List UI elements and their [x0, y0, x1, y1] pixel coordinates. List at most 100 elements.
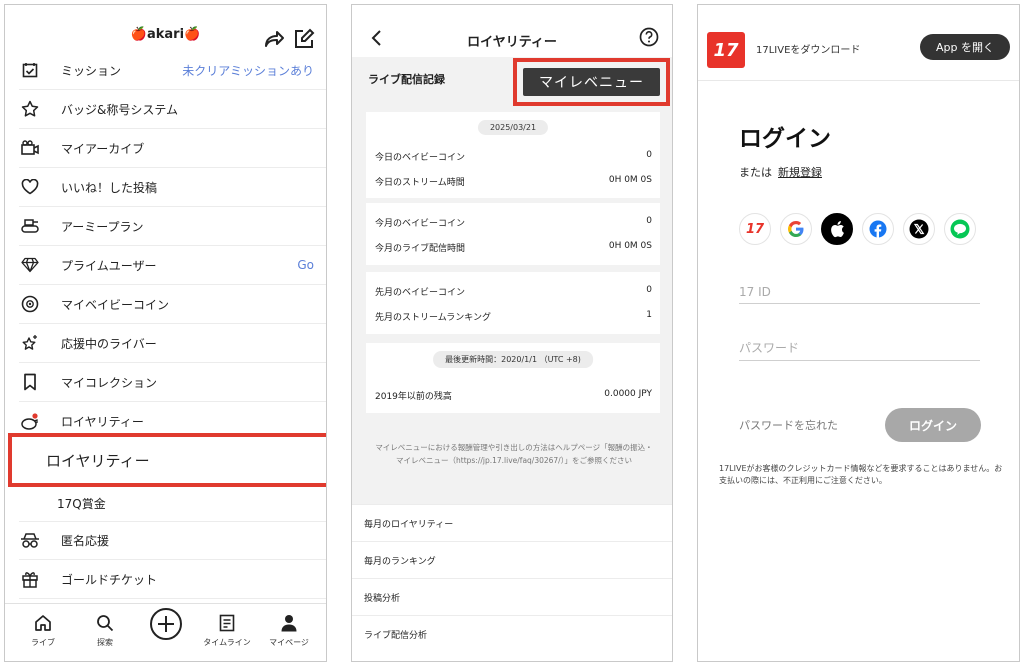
- menu-item-archive[interactable]: マイアーカイブ: [19, 129, 326, 168]
- login-x-button[interactable]: [903, 213, 935, 245]
- menu-item-prime-user[interactable]: プライムユーザー Go: [19, 246, 326, 285]
- last-month-card: 先月のベイビーコイン 0 先月のストリームランキング 1: [366, 272, 660, 334]
- apple-icon: [831, 221, 844, 238]
- menu-item-supported-livers[interactable]: 応援中のライバー: [19, 324, 326, 363]
- menu-label: ロイヤリティー: [61, 415, 144, 429]
- today-card: 2025/03/21 今日のベイビーコイン 0 今日のストリーム時間 0H 0M 0…: [366, 112, 660, 198]
- tab-label: マイページ: [269, 638, 309, 647]
- menu-item-anonymous[interactable]: 匿名応援: [19, 521, 326, 560]
- stat-row: 今日のストリーム時間 0H 0M 0S: [375, 175, 652, 188]
- tab-explore[interactable]: 探索: [75, 612, 135, 648]
- login-apple-button[interactable]: [821, 213, 853, 245]
- login-button[interactable]: ログイン: [885, 408, 981, 442]
- tab-label: 探索: [97, 638, 113, 647]
- app-logo: 17: [707, 32, 745, 68]
- royalty-highlight-label: ロイヤリティー: [46, 451, 150, 470]
- menu-label: マイベイビーコイン: [61, 297, 170, 312]
- piggy-bank-icon: [19, 411, 41, 433]
- menu-label: 応援中のライバー: [61, 336, 157, 351]
- menu-item-17q-prize[interactable]: 17Q賞金: [57, 495, 106, 512]
- login-screen: 17 17LIVEをダウンロード App を開く ログイン または 新規登録 17…: [697, 4, 1020, 662]
- bookmark-icon: [19, 371, 41, 393]
- mission-status-link[interactable]: 未クリアミッションあり: [182, 62, 314, 79]
- menu-label: ゴールドチケット: [61, 572, 158, 587]
- tab-label: ライブ: [31, 638, 55, 647]
- menu-label: マイアーカイブ: [61, 141, 145, 156]
- anonymous-icon: [19, 530, 41, 552]
- calendar-check-icon: [19, 59, 41, 81]
- stat-row: 先月のストリームランキング 1: [375, 310, 652, 323]
- menu-item-liked-posts[interactable]: いいね！した投稿: [19, 168, 326, 207]
- menu-label: いいね！した投稿: [61, 180, 158, 195]
- search-icon: [97, 615, 114, 632]
- login-facebook-button[interactable]: [862, 213, 894, 245]
- sparkle-star-icon: [19, 332, 41, 354]
- list-item-monthly-royalty[interactable]: 毎月のロイヤリティー: [352, 504, 672, 541]
- my-page-screen: 🍎akari🍎 ミッション 未クリアミッションあり バッジ&称号システム マイア…: [4, 4, 327, 662]
- gift-icon: [19, 568, 41, 590]
- share-icon[interactable]: [263, 29, 285, 49]
- menu-item-gold-ticket[interactable]: ゴールドチケット: [19, 560, 326, 599]
- edit-icon[interactable]: [293, 28, 315, 50]
- menu-item-mission[interactable]: ミッション 未クリアミッションあり: [19, 51, 326, 90]
- section-title: ライブ配信記録: [368, 73, 445, 86]
- login-heading: ログイン: [739, 126, 831, 152]
- login-17-button[interactable]: 17: [739, 213, 771, 245]
- menu-label: プライムユーザー: [61, 258, 157, 273]
- month-card: 今月のベイビーコイン 0 今月のライブ配信時間 0H 0M 0S: [366, 203, 660, 265]
- tank-icon: [19, 215, 41, 237]
- menu-label: バッジ&称号システム: [61, 102, 178, 117]
- forgot-password-link[interactable]: パスワードを忘れた: [739, 417, 838, 433]
- prime-go-link[interactable]: Go: [297, 258, 314, 272]
- create-post-button[interactable]: [150, 608, 182, 640]
- timeline-icon: [219, 614, 235, 632]
- facebook-icon: [869, 220, 887, 238]
- menu-item-baby-coin[interactable]: マイベイビーコイン: [19, 285, 326, 324]
- bottom-tab-bar: ライブ 探索 タイムライン マイページ: [5, 603, 326, 661]
- line-icon: [950, 219, 970, 239]
- login-google-button[interactable]: [780, 213, 812, 245]
- tab-my-page[interactable]: マイページ: [259, 612, 319, 648]
- person-icon: [281, 615, 297, 632]
- tab-live[interactable]: ライブ: [13, 612, 73, 648]
- stat-row: 今月のベイビーコイン 0: [375, 216, 652, 229]
- seventeen-icon: 17: [745, 221, 765, 237]
- star-icon: [19, 98, 41, 120]
- menu-label: マイコレクション: [61, 375, 158, 390]
- x-icon: [909, 219, 929, 239]
- updated-badge: 最後更新時間：2020/1/1 （UTC +8): [433, 351, 593, 368]
- page-title: ロイヤリティー: [467, 35, 557, 50]
- royalty-screen: ロイヤリティー ライブ配信記録 マイレベニュー 2025/03/21 今日のベイ…: [351, 4, 673, 662]
- stat-row: 今月のライブ配信時間 0H 0M 0S: [375, 241, 652, 254]
- profile-header: 🍎akari🍎: [5, 5, 326, 51]
- register-link[interactable]: 新規登録: [778, 166, 822, 179]
- list-item-post-analysis[interactable]: 投稿分析: [352, 578, 672, 615]
- stat-row: 2019年以前の残高 0.0000 JPY: [375, 389, 652, 402]
- my-revenue-button[interactable]: マイレベニュー: [523, 68, 660, 96]
- menu-label: アーミープラン: [61, 219, 144, 234]
- date-badge: 2025/03/21: [477, 120, 549, 135]
- list-item-live-analysis[interactable]: ライブ配信分析: [352, 615, 672, 652]
- list-item-monthly-ranking[interactable]: 毎月のランキング: [352, 541, 672, 578]
- google-icon: [788, 221, 804, 237]
- login-line-button[interactable]: [944, 213, 976, 245]
- menu-item-badge[interactable]: バッジ&称号システム: [19, 90, 326, 129]
- royalty-highlight[interactable]: ロイヤリティー: [8, 433, 326, 487]
- diamond-icon: [19, 254, 41, 276]
- password-field[interactable]: パスワード: [739, 339, 980, 361]
- help-icon[interactable]: [639, 27, 659, 47]
- archive-icon: [19, 137, 41, 159]
- stat-row: 先月のベイビーコイン 0: [375, 285, 652, 298]
- tab-label: タイムライン: [203, 638, 251, 647]
- coin-icon: [19, 293, 41, 315]
- tab-timeline[interactable]: タイムライン: [197, 612, 257, 648]
- revenue-highlight: マイレベニュー: [513, 58, 670, 106]
- menu-item-collection[interactable]: マイコレクション: [19, 363, 326, 402]
- open-app-button[interactable]: App を開く: [920, 34, 1010, 60]
- royalty-header: ロイヤリティー: [352, 5, 672, 57]
- id-field[interactable]: 17 ID: [739, 285, 980, 304]
- balance-card: 最後更新時間：2020/1/1 （UTC +8) 2019年以前の残高 0.000…: [366, 343, 660, 413]
- register-prompt: または 新規登録: [739, 166, 822, 179]
- app-download-banner: 17 17LIVEをダウンロード App を開く: [698, 5, 1019, 81]
- menu-item-army-plan[interactable]: アーミープラン: [19, 207, 326, 246]
